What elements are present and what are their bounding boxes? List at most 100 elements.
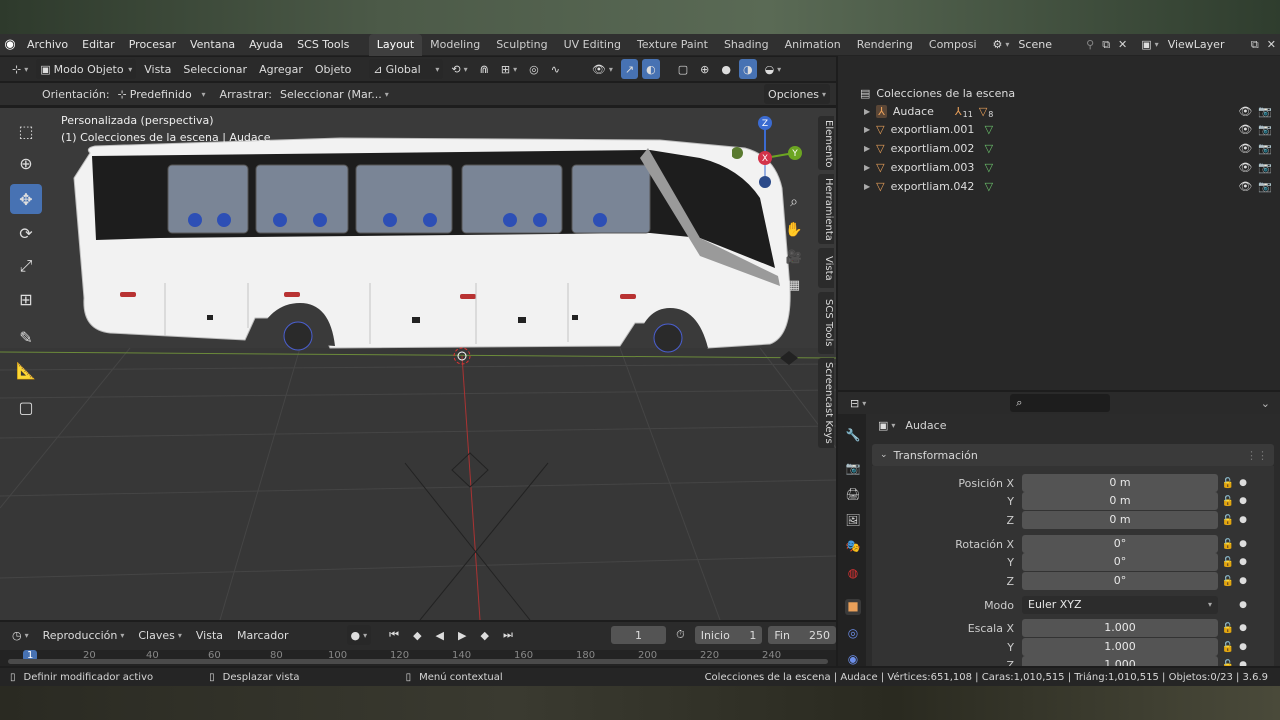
rendered-shading-icon[interactable]: ◒ ▾ [761,59,786,79]
viewlayer-selector[interactable]: ▣ ▾ ViewLayer [1137,35,1247,55]
keyframe-dot-icon[interactable]: ● [1238,660,1248,666]
sidebar-tab-scs-tools[interactable]: SCS Tools [818,292,834,354]
location-x-field[interactable]: 0 m [1022,474,1218,492]
lock-icon[interactable]: 🔓 [1218,515,1238,526]
menu-ventana[interactable]: Ventana [183,38,242,51]
expand-arrow-icon[interactable]: ▶ [864,182,870,191]
editor-type-button[interactable]: ⊹ ▾ [8,59,32,79]
tab-rendering[interactable]: Rendering [849,34,921,56]
next-keyframe-icon[interactable]: ◆ [476,625,492,645]
menu-vista-timeline[interactable]: Vista [192,625,227,645]
sidebar-tab-elemento[interactable]: Elemento [818,116,834,170]
lock-icon[interactable]: 🔓 [1218,557,1238,568]
scale-z-field[interactable]: 1.000 [1022,656,1218,666]
tab-layout[interactable]: Layout [368,33,423,56]
object-data-icon[interactable]: ▣ ▾ [874,415,899,435]
add-cube-tool-button[interactable]: ▢ [10,392,42,422]
world-properties-icon[interactable]: ◍ [845,566,861,582]
expand-arrow-icon[interactable]: ▶ [864,144,870,153]
select-tool-button[interactable]: ⬚ [10,116,42,146]
prev-keyframe-icon[interactable]: ◆ [409,625,425,645]
overlay-icon[interactable]: ◐ [642,59,660,79]
scene-selector[interactable]: ⚙ ▾ Scene ⚲ [989,35,1099,55]
object-properties-icon[interactable]: ■ [845,599,861,615]
keyframe-dot-icon[interactable]: ● [1238,478,1248,488]
menu-procesar[interactable]: Procesar [122,38,183,51]
render-camera-icon[interactable]: 📷 [1258,123,1272,136]
new-scene-icon[interactable]: ⧉ [1098,38,1114,52]
delete-scene-icon[interactable]: ✕ [1114,38,1131,51]
orientation-selector[interactable]: ⊿ Global ▾ [369,59,444,79]
transform-tool-button[interactable]: ⊞ [10,284,42,314]
menu-claves[interactable]: Claves ▾ [134,625,186,645]
delete-viewlayer-icon[interactable]: ✕ [1263,38,1280,51]
keyframe-dot-icon[interactable]: ● [1238,576,1248,586]
pin-icon[interactable]: ⚲ [1086,38,1094,51]
proportional-edit-icon[interactable]: ◎ [525,59,543,79]
lock-icon[interactable]: 🔓 [1218,478,1238,489]
current-frame-field[interactable]: 1 [610,626,667,644]
keyframe-dot-icon[interactable]: ● [1238,515,1248,525]
keyframe-dot-icon[interactable]: ● [1238,557,1248,567]
expand-arrow-icon[interactable]: ▶ [864,163,870,172]
menu-ayuda[interactable]: Ayuda [242,38,290,51]
keyframe-dot-icon[interactable]: ● [1238,600,1248,610]
drag-setting-dropdown[interactable]: Seleccionar (Mar... ▾ [276,84,389,104]
timeline-ruler[interactable]: 1 20 40 60 80 100 120 140 160 180 200 22… [0,650,836,666]
visibility-eye-icon[interactable]: 👁 [1238,161,1252,174]
falloff-icon[interactable]: ∿ [547,59,564,79]
camera-icon[interactable]: 🎥 [784,250,804,270]
lock-icon[interactable]: 🔓 [1218,642,1238,653]
lock-icon[interactable]: 🔓 [1218,660,1238,667]
outliner-row[interactable]: ▶ ▽ exportliam.003 ▽ 👁 📷 [838,158,1280,176]
record-button[interactable]: ● ▾ [346,625,372,645]
menu-editar[interactable]: Editar [75,38,122,51]
render-camera-icon[interactable]: 📷 [1258,180,1272,193]
visibility-eye-icon[interactable]: 👁 [1238,142,1252,155]
tab-modeling[interactable]: Modeling [422,34,488,56]
stopwatch-icon[interactable]: ⏱ [672,625,689,645]
menu-archivo[interactable]: Archivo [20,38,75,51]
orientation-setting-dropdown[interactable]: ⊹ Predefinido ▾ [114,84,210,104]
options-dropdown[interactable]: Opciones ▾ [764,84,830,104]
rotation-z-field[interactable]: 0° [1022,572,1218,590]
sidebar-tab-screencast-keys[interactable]: Screencast Keys [818,358,834,448]
tab-uv-editing[interactable]: UV Editing [556,34,629,56]
tab-compositing[interactable]: Composi [921,34,985,56]
wireframe-shading-icon[interactable]: ⊕ [696,59,713,79]
timeline-editor-type-icon[interactable]: ◷ ▾ [8,625,33,645]
rotation-x-field[interactable]: 0° [1022,535,1218,553]
timeline-scrollbar[interactable] [8,659,828,664]
rotation-y-field[interactable]: 0° [1022,553,1218,571]
visibility-icon[interactable]: 👁 ▾ [588,59,617,79]
new-viewlayer-icon[interactable]: ⧉ [1247,38,1263,52]
start-frame-field[interactable]: Inicio 1 [694,626,763,644]
modifier-properties-icon[interactable]: ◎ [845,626,861,642]
jump-end-icon[interactable]: ⏭ [499,625,517,645]
solid-shading-icon[interactable]: ● [717,59,735,79]
lock-icon[interactable]: 🔓 [1218,496,1238,507]
play-reverse-icon[interactable]: ◀ [432,625,448,645]
menu-objeto[interactable]: Objeto [311,59,356,79]
render-camera-icon[interactable]: 📷 [1258,161,1272,174]
keyframe-dot-icon[interactable]: ● [1238,496,1248,506]
gizmo-icon[interactable]: ↗ [620,59,639,79]
output-properties-icon[interactable]: 🖨 [845,487,861,503]
sidebar-tab-herramienta[interactable]: Herramienta [818,174,834,244]
hand-pan-icon[interactable]: ✋ [784,222,804,242]
properties-editor-type-icon[interactable]: ⊟ ▾ [846,393,870,413]
visibility-eye-icon[interactable]: 👁 [1238,123,1252,136]
menu-vista[interactable]: Vista [140,59,175,79]
jump-start-icon[interactable]: ⏮ [385,625,403,645]
tab-texture-paint[interactable]: Texture Paint [629,34,716,56]
chevron-down-icon[interactable]: ⌄ [1261,397,1270,410]
lock-icon[interactable]: 🔓 [1218,539,1238,550]
xray-icon[interactable]: ▢ [674,59,692,79]
play-icon[interactable]: ▶ [454,625,470,645]
rotate-tool-button[interactable]: ⟳ [10,218,42,248]
lock-icon[interactable]: 🔓 [1218,576,1238,587]
menu-seleccionar[interactable]: Seleccionar [179,59,251,79]
tab-sculpting[interactable]: Sculpting [488,34,555,56]
measure-tool-button[interactable]: 📐 [10,355,42,385]
lock-icon[interactable]: 🔓 [1218,623,1238,634]
